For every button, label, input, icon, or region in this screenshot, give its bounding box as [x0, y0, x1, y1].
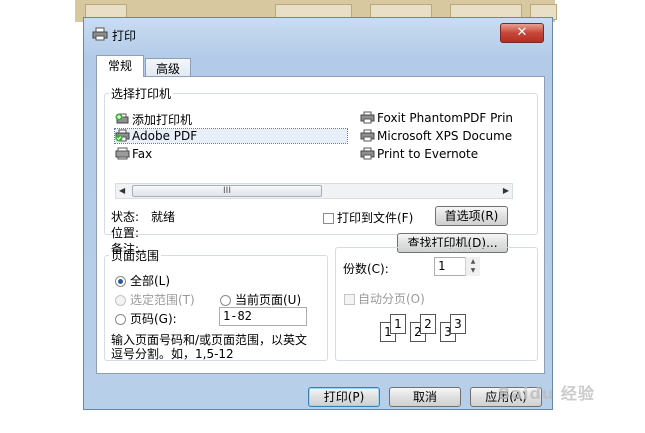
printer-name: Print to Evernote	[377, 147, 479, 161]
radio-current-page[interactable]: 当前页面(U)	[220, 291, 301, 308]
scroll-right-icon[interactable]: ▶	[503, 186, 509, 195]
radio-button	[115, 295, 126, 306]
close-icon: ✕	[516, 25, 528, 40]
select-printer-group: 选择打印机 添加打印机 Foxit PhantomPDF Prin Adobe …	[104, 85, 538, 256]
title-bar[interactable]: 打印 ✕	[84, 18, 552, 52]
checkbox	[344, 294, 355, 305]
printer-icon	[360, 111, 375, 124]
select-printer-legend: 选择打印机	[111, 87, 172, 101]
radio-pages[interactable]: 页码(G):	[115, 310, 177, 327]
sheet: 3	[450, 314, 466, 334]
copies-label: 份数(C):	[343, 262, 389, 276]
print-to-file-checkbox[interactable]: 打印到文件(F)	[323, 209, 413, 226]
radio-selection-label: 选定范围(T)	[130, 293, 195, 307]
printer-name: 添加打印机	[132, 113, 193, 127]
location-label: 位置:	[111, 226, 140, 240]
copies-group: 份数(C): 1 ▲ ▼ 自动分页(O) 1 1 2 2 3 3	[335, 247, 538, 361]
pages-input[interactable]: 1-82	[219, 307, 307, 326]
printer-list-scrollbar[interactable]: ◀ III ▶	[115, 183, 513, 199]
printer-item-fax[interactable]: Fax	[115, 147, 152, 161]
radio-button[interactable]	[220, 295, 231, 306]
radio-all[interactable]: 全部(L)	[115, 272, 170, 289]
scroll-thumb[interactable]: III	[132, 185, 322, 197]
printer-check-icon	[115, 129, 130, 142]
preferences-button[interactable]: 首选项(R)	[435, 206, 508, 226]
tab-advanced[interactable]: 高级	[145, 58, 191, 78]
close-button[interactable]: ✕	[500, 23, 544, 43]
page-range-legend: 页面范围	[111, 249, 160, 263]
printer-name: Microsoft XPS Docume	[377, 129, 513, 143]
general-panel: 选择打印机 添加打印机 Foxit PhantomPDF Prin Adobe …	[96, 76, 545, 374]
status-value: 就绪	[151, 210, 176, 224]
page-range-group: 页面范围 全部(L) 选定范围(T) 当前页面(U) 页码(G): 1-82 输…	[104, 247, 328, 361]
dialog-title: 打印	[112, 29, 137, 43]
printer-item-adobe-pdf[interactable]: Adobe PDF	[114, 128, 348, 144]
collate-checkbox: 自动分页(O)	[344, 290, 425, 307]
copies-spinner[interactable]: ▲ ▼	[465, 257, 480, 276]
sheet: 2	[420, 314, 436, 334]
cancel-button[interactable]: 取消	[389, 387, 461, 407]
status-label: 状态:	[111, 210, 140, 224]
printer-icon	[360, 147, 375, 160]
checkbox[interactable]	[323, 213, 334, 224]
print-button[interactable]: 打印(P)	[308, 387, 380, 407]
printer-icon	[360, 129, 375, 142]
spin-down-icon[interactable]: ▼	[466, 266, 480, 275]
radio-button[interactable]	[115, 276, 126, 287]
radio-current-page-label: 当前页面(U)	[235, 293, 302, 307]
radio-pages-label: 页码(G):	[130, 312, 177, 326]
fax-icon	[115, 147, 130, 160]
print-to-file-label: 打印到文件(F)	[337, 211, 414, 225]
baidu-watermark: Baidu 经验	[498, 384, 595, 403]
printer-icon	[92, 27, 108, 41]
printer-name: Adobe PDF	[132, 129, 198, 143]
tab-general[interactable]: 常规	[96, 55, 144, 77]
printer-name: Foxit PhantomPDF Prin	[377, 111, 514, 125]
printer-item-evernote[interactable]: Print to Evernote	[360, 147, 478, 161]
add-printer-icon	[115, 113, 129, 124]
page-range-hint-line2: 逗号分割。如，1,5-12	[111, 347, 234, 361]
printer-name: Fax	[132, 147, 153, 161]
sheet: 1	[390, 314, 406, 334]
printer-item-add[interactable]: 添加打印机	[115, 111, 192, 128]
radio-button[interactable]	[115, 314, 126, 325]
radio-all-label: 全部(L)	[130, 274, 171, 288]
printer-item-xps[interactable]: Microsoft XPS Docume	[360, 129, 512, 143]
collate-label: 自动分页(O)	[358, 292, 425, 306]
spin-up-icon[interactable]: ▲	[466, 257, 480, 266]
scroll-left-icon[interactable]: ◀	[119, 186, 125, 195]
print-dialog: 打印 ✕ 常规 高级 选择打印机 添加打印机 Foxit PhantomPDF …	[83, 17, 553, 410]
radio-selection: 选定范围(T)	[115, 291, 195, 308]
printer-item-foxit[interactable]: Foxit PhantomPDF Prin	[360, 111, 513, 125]
